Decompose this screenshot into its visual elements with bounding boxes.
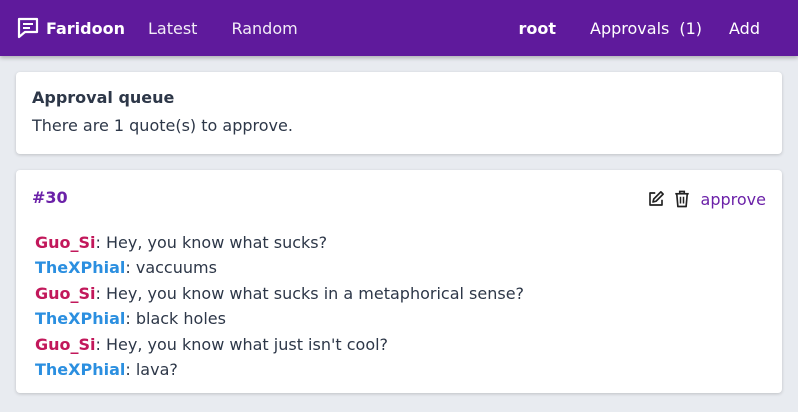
quote-line: Guo_Si: Hey, you know what sucks in a me…	[35, 281, 766, 306]
quote-nick: Guo_Si	[35, 334, 96, 354]
navbar: Faridoon Latest Random root Approvals (1)…	[0, 0, 798, 56]
quote-line: TheXPhial: lava?	[35, 357, 766, 382]
approvals-label: Approvals	[590, 18, 670, 38]
quote-message: : lava?	[125, 360, 178, 380]
quote-card: #30 approve Guo_Si: Hey, you know what s…	[16, 170, 782, 393]
edit-icon[interactable]	[647, 190, 665, 208]
approvals-count: (1)	[679, 18, 703, 38]
quote-lines: Guo_Si: Hey, you know what sucks? TheXPh…	[32, 230, 766, 382]
quote-actions: approve	[647, 189, 766, 209]
speech-bubble-icon	[17, 17, 39, 39]
quote-nick: Guo_Si	[35, 283, 96, 303]
approval-queue-card: Approval queue There are 1 quote(s) to a…	[16, 72, 782, 154]
quote-nick: TheXPhial	[35, 360, 126, 380]
brand-link[interactable]: Faridoon	[16, 16, 125, 40]
nav-random-link[interactable]: Random	[231, 19, 297, 38]
quote-line: TheXPhial: vaccuums	[35, 255, 766, 280]
trash-icon[interactable]	[673, 189, 691, 209]
quote-nick: Guo_Si	[35, 233, 96, 252]
quote-line: Guo_Si: Hey, you know what just isn't co…	[35, 332, 766, 357]
quote-nick: TheXPhial	[35, 258, 126, 278]
quote-message: : Hey, you know what sucks?	[95, 233, 328, 252]
brand-name: Faridoon	[46, 18, 125, 38]
quote-message: : black holes	[125, 309, 226, 329]
quote-message: : vaccuums	[125, 258, 217, 278]
quote-id-link[interactable]: #30	[32, 188, 68, 207]
nav-approvals-link[interactable]: Approvals (1)	[590, 19, 702, 38]
nav-add-link[interactable]: Add	[729, 19, 760, 38]
approval-queue-title: Approval queue	[32, 88, 175, 107]
quote-header: #30 approve	[32, 185, 766, 209]
approval-queue-text: There are 1 quote(s) to approve.	[32, 116, 293, 135]
nav-latest-link[interactable]: Latest	[148, 19, 197, 38]
quote-line: Guo_Si: Hey, you know what sucks?	[35, 230, 766, 255]
quote-message: : Hey, you know what just isn't cool?	[95, 334, 389, 354]
nav-user-link[interactable]: root	[518, 19, 556, 38]
quote-line: TheXPhial: black holes	[35, 306, 766, 331]
quote-message: : Hey, you know what sucks in a metaphor…	[95, 283, 525, 303]
approve-link[interactable]: approve	[701, 190, 766, 209]
quote-nick: TheXPhial	[35, 309, 126, 329]
